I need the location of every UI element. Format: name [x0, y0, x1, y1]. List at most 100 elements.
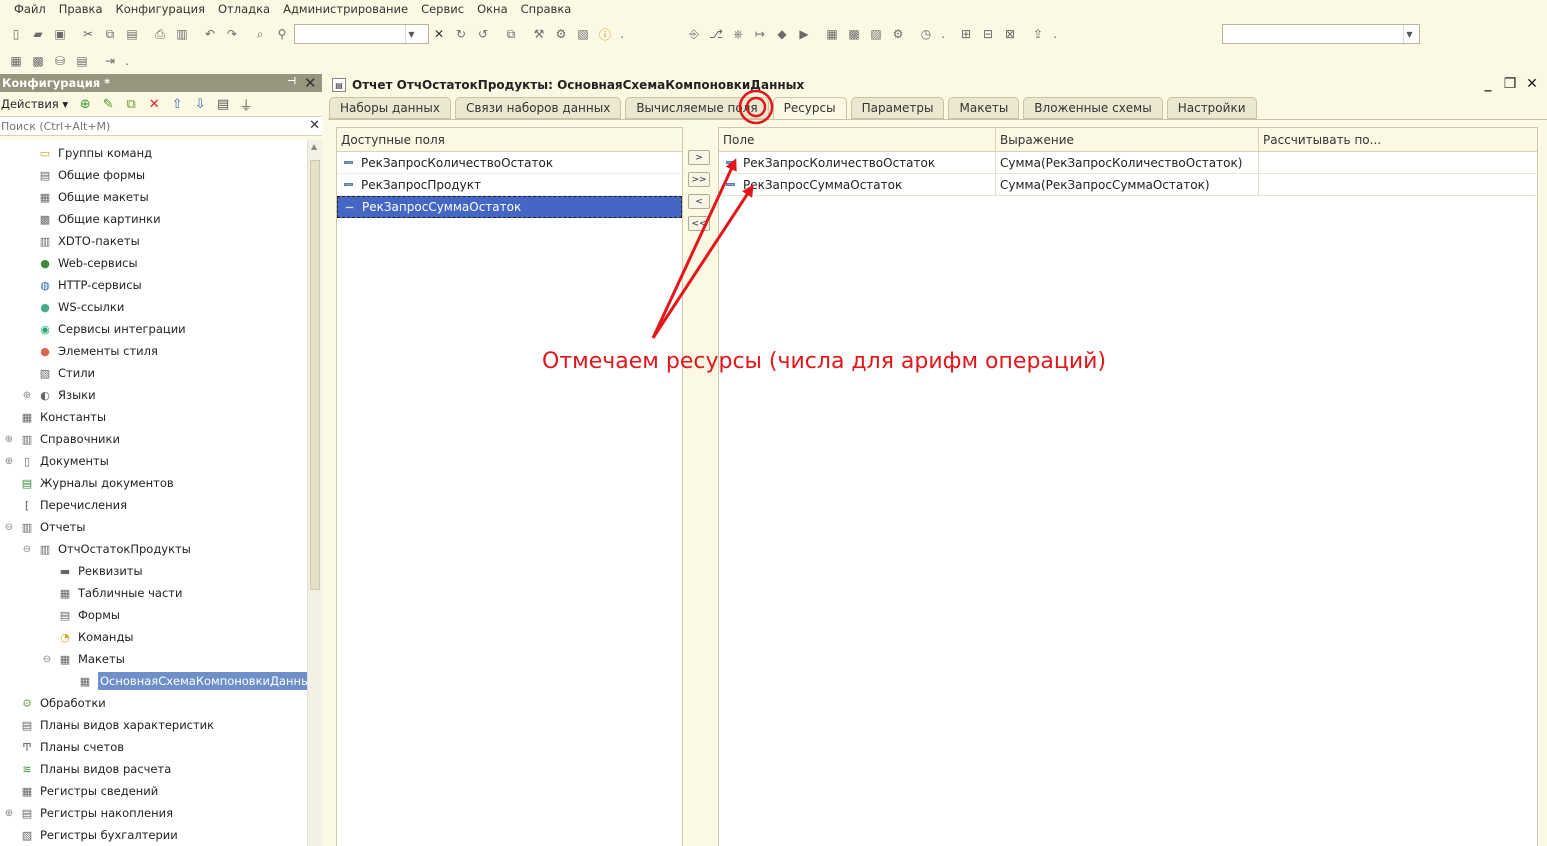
chevron-down-icon[interactable]: ▼ [1403, 25, 1415, 43]
syntax-helper-icon[interactable]: ▧ [573, 24, 593, 44]
expand-icon[interactable]: ⊕ [22, 390, 32, 401]
redo-icon[interactable]: ↷ [222, 24, 242, 44]
tree-item[interactable]: ◔ Команды [42, 626, 133, 648]
scroll-up-icon[interactable]: ▲ [311, 142, 317, 151]
calendar-icon[interactable]: ▩ [28, 51, 48, 71]
scroll-thumb[interactable] [310, 160, 320, 590]
remove-button[interactable]: < [688, 194, 710, 209]
paste-icon[interactable]: ▤ [122, 24, 142, 44]
col-field-header[interactable]: Поле [719, 127, 996, 152]
open-icon[interactable]: ▰ [28, 24, 48, 44]
resource-expression-cell[interactable]: Сумма(РекЗапросКоличествоОстаток) [996, 151, 1259, 174]
tree-item[interactable]: ⊕ ◐ Языки [22, 384, 96, 406]
tree-scrollbar[interactable]: ▲ [307, 140, 322, 846]
add-button[interactable]: > [688, 150, 710, 165]
actions-menu[interactable]: Действия ▾ [1, 97, 68, 111]
tree-item[interactable]: ≋ Планы видов расчета [4, 758, 171, 780]
available-fields-list[interactable]: Доступные поля РекЗапросКоличествоОстато… [336, 127, 683, 846]
services-icon[interactable]: ⛁ [50, 51, 70, 71]
collapse-icon[interactable]: ⊖ [4, 522, 14, 533]
expand-icon[interactable]: ⊕ [4, 808, 14, 819]
tree-item[interactable]: ⊖ ▥ ОтчОстатокПродукты [22, 538, 191, 560]
menu-file[interactable]: Файл [14, 2, 46, 16]
clear-icon[interactable]: ✕ [309, 118, 320, 133]
clear-search-icon[interactable]: ✕ [429, 24, 449, 44]
resource-row[interactable]: РекЗапросКоличествоОстаток Сумма(РекЗапро… [719, 151, 1537, 174]
tab-4[interactable]: Параметры [850, 97, 945, 119]
tab-0[interactable]: Наборы данных [329, 97, 451, 119]
collapse-icon[interactable]: ⊖ [22, 544, 32, 555]
calculator-icon[interactable]: ▦ [6, 51, 26, 71]
tree-item[interactable]: ▤ Журналы документов [4, 472, 174, 494]
expand-icon[interactable]: ⊕ [4, 456, 14, 467]
tree-item[interactable]: ▧ Стили [22, 362, 95, 384]
cut-icon[interactable]: ✂ [78, 24, 98, 44]
step-over-icon[interactable]: ⎇ [706, 24, 726, 44]
more4-icon[interactable]: . [122, 51, 132, 71]
filter-icon[interactable]: ⏚ [237, 95, 255, 114]
tree-item[interactable]: ▤ Планы видов характеристик [4, 714, 214, 736]
tree2-icon[interactable]: ⊟ [978, 24, 998, 44]
copy-icon[interactable]: ⧉ [100, 24, 120, 44]
move-down-icon[interactable]: ⇩ [191, 95, 209, 113]
resources-table[interactable]: Поле Выражение Рассчитывать по... РекЗап… [718, 127, 1538, 846]
run-to-cursor-icon[interactable]: ↦ [750, 24, 770, 44]
resource-row[interactable]: РекЗапросСуммаОстаток Сумма(РекЗапросСумм… [719, 173, 1537, 196]
tree-item[interactable]: ⊖ ▥ Отчеты [4, 516, 86, 538]
tree-icon[interactable]: ⊞ [956, 24, 976, 44]
resource-calc-by-cell[interactable] [1259, 174, 1537, 196]
db-icon[interactable]: ▦ [822, 24, 842, 44]
tree-item[interactable]: ▥ XDTO-пакеты [22, 230, 140, 252]
search-combo[interactable]: ▼ [294, 24, 429, 44]
menu-configuration[interactable]: Конфигурация [116, 2, 205, 16]
tree-item[interactable]: ⊕ ▤ Регистры накопления [4, 802, 173, 824]
find-next-icon[interactable]: ↻ [451, 24, 471, 44]
step-out-icon[interactable]: ⎈ [728, 24, 748, 44]
tree-item[interactable]: ▩ Общие картинки [22, 208, 161, 230]
tree-item[interactable]: ⊕ ▥ Справочники [4, 428, 120, 450]
tree-item[interactable]: ⊕ ▯ Документы [4, 450, 109, 472]
add-all-button[interactable]: >> [688, 172, 710, 187]
sort-icon[interactable]: ▤ [214, 95, 232, 113]
menu-debug[interactable]: Отладка [218, 2, 270, 16]
tab-7[interactable]: Настройки [1166, 97, 1257, 119]
resource-expression-cell[interactable]: Сумма(РекЗапросСуммаОстаток) [996, 173, 1259, 196]
update-config-icon[interactable]: ⚙ [888, 24, 908, 44]
tree-item[interactable]: ● WS-ссылки [22, 296, 124, 318]
menu-service[interactable]: Сервис [421, 2, 464, 16]
tree-item[interactable]: ◍ HTTP-сервисы [22, 274, 142, 296]
close-icon[interactable]: ✕ [1521, 76, 1543, 92]
config-window-icon[interactable]: ▩ [844, 24, 864, 44]
search-input[interactable] [295, 25, 405, 43]
tree-item[interactable]: ▦ Регистры сведений [4, 780, 158, 802]
menu-windows[interactable]: Окна [477, 2, 508, 16]
find-prev-icon[interactable]: ↺ [473, 24, 493, 44]
tree-item[interactable]: ● Элементы стиля [22, 340, 158, 362]
tree-item[interactable]: ▬ Реквизиты [42, 560, 143, 582]
more3-icon[interactable]: . [1050, 24, 1060, 44]
tree-item[interactable]: ▭ Группы команд [22, 142, 152, 164]
tree-item[interactable]: ▤ Общие формы [22, 164, 145, 186]
continue-icon[interactable]: ▶ [794, 24, 814, 44]
tab-5[interactable]: Макеты [948, 97, 1020, 119]
find-in-folder-icon[interactable]: ⌕ [250, 24, 270, 44]
compare-icon[interactable]: ▨ [866, 24, 886, 44]
table-view-icon[interactable]: ▤ [72, 51, 92, 71]
tab-2[interactable]: Вычисляемые поля [625, 97, 769, 119]
tree3-icon[interactable]: ⊠ [1000, 24, 1020, 44]
breakpoint-icon[interactable]: ◆ [772, 24, 792, 44]
assistant-icon[interactable]: ⚙ [551, 24, 571, 44]
available-field-row[interactable]: РекЗапросСуммаОстаток [337, 196, 682, 218]
debug-icon[interactable]: ⚒ [529, 24, 549, 44]
search-icon[interactable]: ⚲ [272, 24, 292, 44]
available-field-row[interactable]: РекЗапросКоличествоОстаток [337, 152, 682, 174]
col-calc-by-header[interactable]: Рассчитывать по... [1259, 128, 1537, 152]
timer-icon[interactable]: ◷ [916, 24, 936, 44]
close-icon[interactable]: ✕ [304, 74, 317, 92]
add-icon[interactable]: ⊕ [76, 95, 94, 113]
print-preview-icon[interactable]: ▥ [172, 24, 192, 44]
tab-3[interactable]: Ресурсы [772, 97, 847, 119]
tree-item[interactable]: ▦ Константы [4, 406, 106, 428]
deploy-icon[interactable]: ⇪ [1028, 24, 1048, 44]
print-icon[interactable]: ⎙ [150, 24, 170, 44]
